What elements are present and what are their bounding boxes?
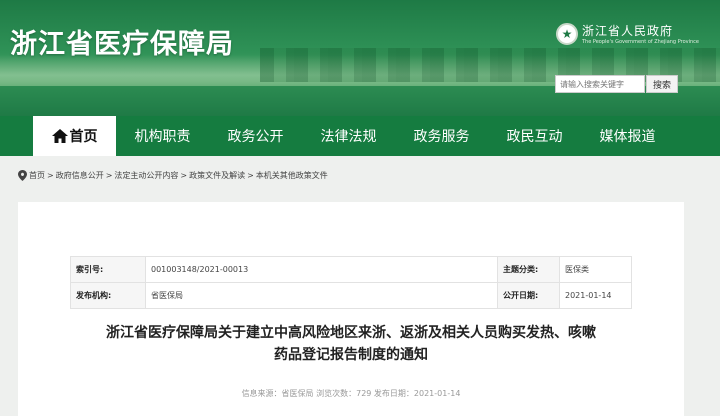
index-value: 001003148/2021-00013 — [145, 256, 498, 283]
nav-item-laws[interactable]: 法律法规 — [302, 116, 395, 156]
nav-item-label: 首页 — [69, 129, 98, 145]
date-value: 2021-01-14 — [559, 282, 632, 309]
table-row: 索引号: 001003148/2021-00013 主题分类: 医保类 — [70, 256, 632, 283]
site-title[interactable]: 浙江省医疗保障局 — [10, 22, 234, 61]
index-label: 索引号: — [70, 256, 146, 283]
document-title-line2: 药品登记报告制度的通知 — [274, 347, 428, 363]
document-info: 信息来源：省医保局 浏览次数：729 发布日期：2021-01-14 — [241, 389, 461, 398]
nav-item-interaction[interactable]: 政民互动 — [488, 116, 581, 156]
breadcrumb: 首页 > 政府信息公开 > 法定主动公开内容 > 政策文件及解读 > 本机关其他… — [18, 170, 328, 181]
nav-item-media[interactable]: 媒体报道 — [581, 116, 674, 156]
breadcrumb-separator: > — [105, 171, 113, 180]
nav-item-home[interactable]: 首页 — [33, 116, 116, 156]
date-label: 公开日期: — [497, 282, 560, 309]
breadcrumb-item-other-docs[interactable]: 本机关其他政策文件 — [256, 170, 328, 181]
main-nav: 首页 机构职责 政务公开 法律法规 政务服务 政民互动 媒体报道 — [0, 116, 720, 156]
gov-logo-en: The People's Government of Zhejiang Prov… — [582, 39, 699, 45]
document-title: 浙江省医疗保障局关于建立中高风险地区来浙、返浙及相关人员购买发热、咳嗽 药品登记… — [48, 322, 654, 366]
emblem-icon: ★ — [556, 22, 578, 45]
breadcrumb-item-policy-docs[interactable]: 政策文件及解读 — [189, 170, 245, 181]
breadcrumb-separator: > — [47, 171, 54, 180]
metadata-table: 索引号: 001003148/2021-00013 主题分类: 医保类 发布机构… — [70, 256, 632, 309]
search-button[interactable]: 搜索 — [646, 75, 678, 93]
breadcrumb-separator: > — [180, 171, 188, 180]
location-pin-icon — [18, 170, 27, 181]
topic-value: 医保类 — [559, 256, 632, 283]
content-card: 索引号: 001003148/2021-00013 主题分类: 医保类 发布机构… — [18, 202, 684, 416]
gov-logo-cn: 浙江省人民政府 — [582, 24, 674, 38]
breadcrumb-item-statutory[interactable]: 法定主动公开内容 — [114, 170, 178, 181]
nav-item-gov-affairs-open[interactable]: 政务公开 — [209, 116, 302, 156]
search-input[interactable] — [555, 75, 645, 93]
breadcrumb-item-home[interactable]: 首页 — [29, 170, 45, 181]
table-row: 发布机构: 省医保局 公开日期: 2021-01-14 — [70, 282, 632, 309]
breadcrumb-separator: > — [247, 171, 254, 180]
nav-item-responsibilities[interactable]: 机构职责 — [116, 116, 209, 156]
home-icon — [51, 129, 68, 143]
nav-item-gov-services[interactable]: 政务服务 — [395, 116, 488, 156]
document-title-line1: 浙江省医疗保障局关于建立中高风险地区来浙、返浙及相关人员购买发热、咳嗽 — [106, 325, 596, 341]
breadcrumb-item-info-open[interactable]: 政府信息公开 — [56, 170, 104, 181]
gov-logo[interactable]: ★ 浙江省人民政府 The People's Government of Zhe… — [556, 22, 699, 45]
publisher-value: 省医保局 — [145, 282, 498, 309]
topic-label: 主题分类: — [497, 256, 560, 283]
publisher-label: 发布机构: — [70, 282, 146, 309]
